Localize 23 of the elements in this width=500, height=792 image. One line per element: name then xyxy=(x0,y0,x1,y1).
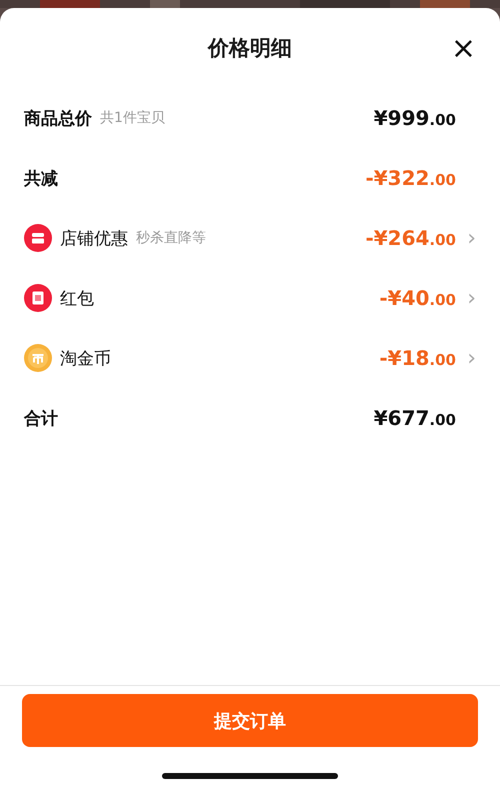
row-label: 商品总价 xyxy=(24,108,92,130)
chevron-icon[interactable]: › xyxy=(456,286,476,310)
row-label: 红包 xyxy=(60,288,94,310)
close-button[interactable]: × xyxy=(446,34,480,64)
amount: -¥40.00 xyxy=(379,286,456,310)
shop-icon xyxy=(24,224,52,252)
envelope-icon xyxy=(24,284,52,312)
row-label: 共减 xyxy=(24,168,58,190)
chevron-icon[interactable]: › xyxy=(456,226,476,250)
amount: ¥677.00 xyxy=(374,406,456,430)
amount: -¥264.00 xyxy=(365,226,456,250)
sheet-title: 价格明细 xyxy=(208,35,292,62)
chevron-icon[interactable]: › xyxy=(456,346,476,370)
submit-order-button[interactable]: 提交订单 xyxy=(22,694,478,747)
row-label: 合计 xyxy=(24,408,58,430)
coin-icon xyxy=(24,344,52,372)
row-label: 淘金币 xyxy=(60,348,111,370)
amount: ¥999.00 xyxy=(374,106,456,130)
amount: -¥322.00 xyxy=(365,166,456,190)
row-label: 店铺优惠 xyxy=(60,228,128,250)
row-note: 共1件宝贝 xyxy=(100,109,165,127)
amount: -¥18.00 xyxy=(379,346,456,370)
row-note: 秒杀直降等 xyxy=(136,229,206,247)
